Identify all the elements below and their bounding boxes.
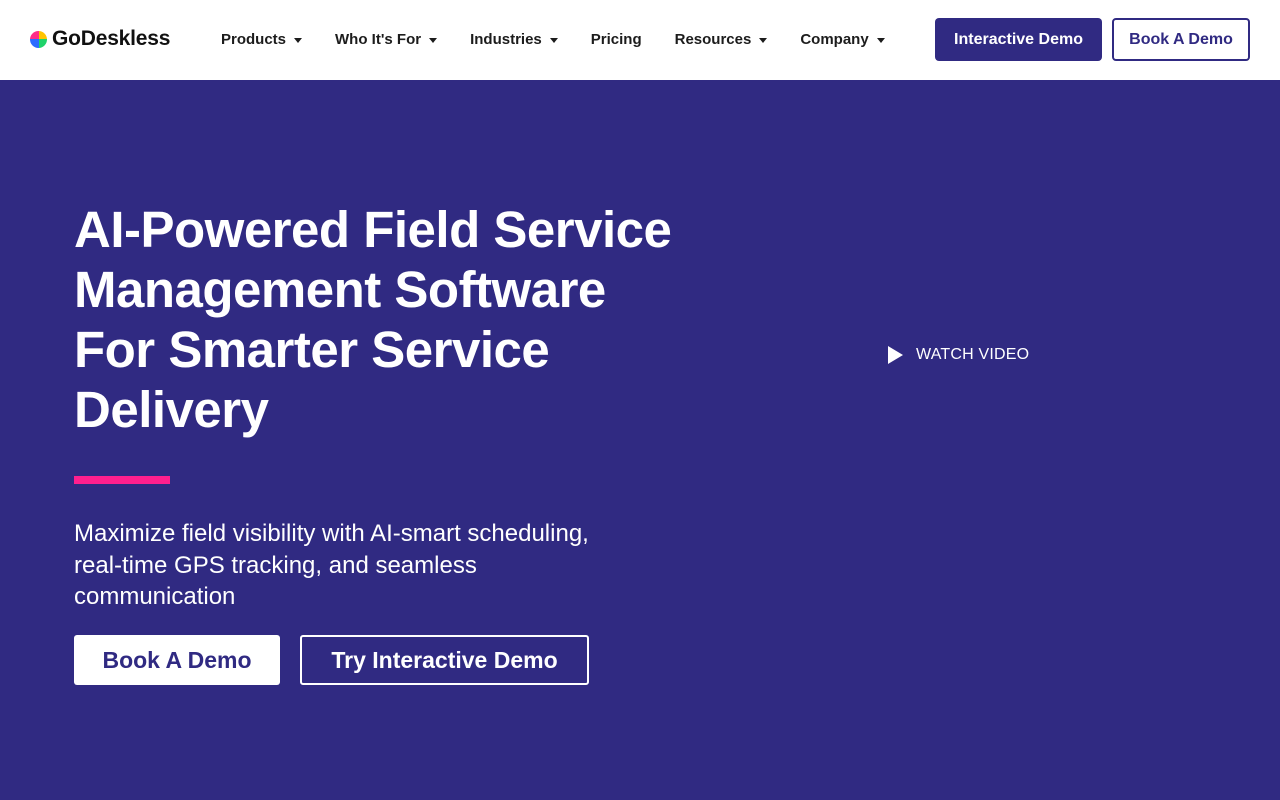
accent-divider xyxy=(74,476,170,484)
nav-item-label: Who It's For xyxy=(335,30,422,48)
hero-try-interactive-demo-button[interactable]: Try Interactive Demo xyxy=(300,635,589,685)
hero-title: AI-Powered Field Service Management Soft… xyxy=(74,201,672,438)
logo-icon xyxy=(30,30,47,48)
logo-text: GoDeskless xyxy=(52,27,171,50)
book-demo-button[interactable]: Book A Demo xyxy=(1112,18,1250,61)
nav-item-products[interactable]: Products xyxy=(221,30,303,48)
chevron-down-icon xyxy=(429,37,438,43)
nav-item-label: Resources xyxy=(674,30,752,48)
main-nav: Products Who It's For Industries Pricing… xyxy=(221,28,918,50)
nav-item-resources[interactable]: Resources xyxy=(675,31,768,48)
chevron-down-icon xyxy=(876,37,885,43)
nav-item-company[interactable]: Company xyxy=(800,30,885,48)
interactive-demo-button[interactable]: Interactive Demo xyxy=(935,18,1102,61)
nav-item-pricing[interactable]: Pricing xyxy=(591,31,642,48)
chevron-down-icon xyxy=(549,37,558,43)
hero-section: AI-Powered Field Service Management Soft… xyxy=(0,80,1280,800)
nav-item-label: Pricing xyxy=(590,30,642,48)
hero-subtitle: Maximize field visibility with AI-smart … xyxy=(74,520,589,610)
site-header: GoDeskless Products Who It's For Industr… xyxy=(0,0,1280,80)
logo-link[interactable]: GoDeskless xyxy=(30,26,170,52)
chevron-down-icon xyxy=(759,37,768,43)
nav-item-who-its-for[interactable]: Who It's For xyxy=(335,30,438,48)
nav-item-label: Industries xyxy=(470,30,542,48)
play-icon xyxy=(888,346,903,364)
hero-book-demo-button[interactable]: Book A Demo xyxy=(74,635,280,685)
nav-item-industries[interactable]: Industries xyxy=(470,31,558,48)
nav-item-label: Products xyxy=(221,30,287,48)
watch-video-button[interactable]: WATCH VIDEO xyxy=(888,345,1029,365)
nav-item-label: Company xyxy=(800,30,869,48)
chevron-down-icon xyxy=(294,37,303,43)
watch-video-label: WATCH VIDEO xyxy=(916,346,1030,363)
